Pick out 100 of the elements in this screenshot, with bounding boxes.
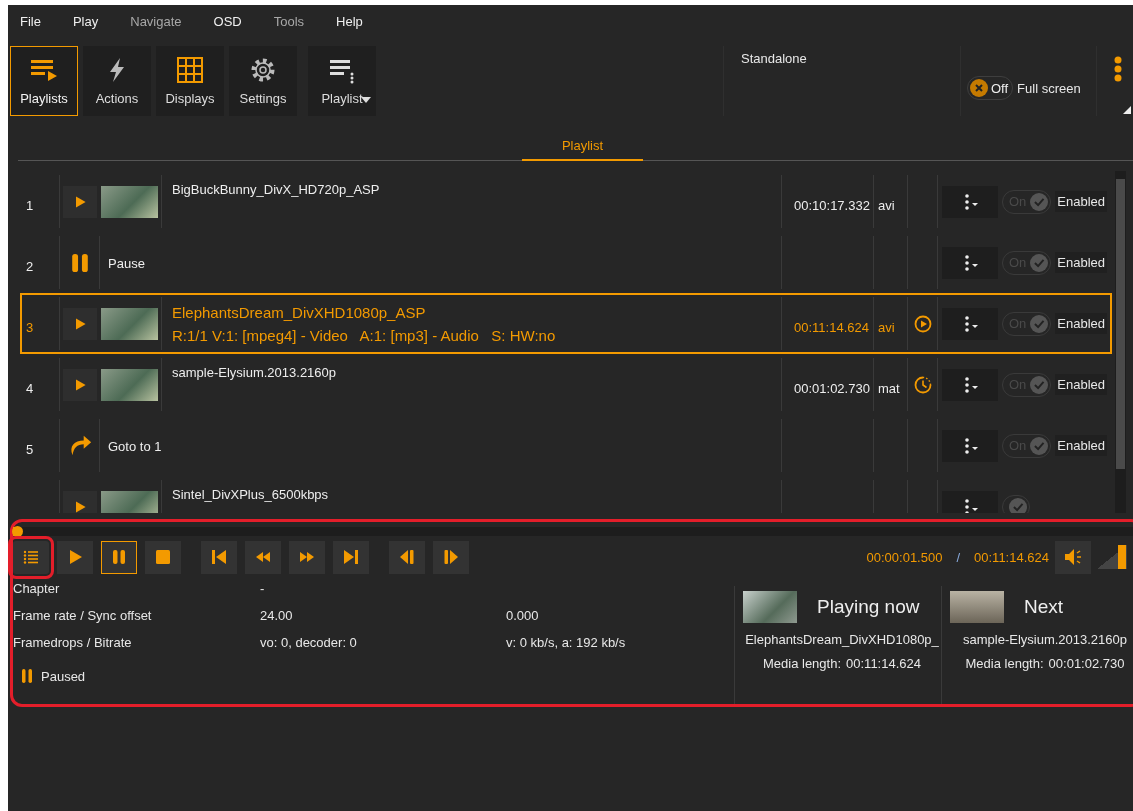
toolbar-button[interactable]: Settings <box>229 46 297 116</box>
time-separator: / <box>956 549 961 565</box>
file-extension: avi <box>878 320 895 335</box>
stream-details: R:1/1 V:1: [mpeg4] - Video A:1: [mp3] - Audio S: HW:no <box>172 327 557 344</box>
row-number: 5 <box>26 442 34 457</box>
previous-button[interactable] <box>201 540 237 574</box>
volume-button[interactable] <box>1055 540 1091 574</box>
photo-placeholder <box>100 307 158 340</box>
check-circle-icon <box>1030 375 1049 394</box>
toolbar-button[interactable]: Displays <box>156 46 224 116</box>
play-button[interactable] <box>63 490 97 513</box>
toolbar-button[interactable]: Playlist <box>308 46 376 116</box>
item-title: ElephantsDream_DivXHD1080p_ASP <box>172 304 427 321</box>
item-title: BigBuckBunny_DivX_HD720p_ASP <box>172 182 381 197</box>
media-length: 00:01:02.730 <box>1048 656 1125 671</box>
photo-placeholder <box>100 490 158 513</box>
more-icon <box>1113 56 1123 82</box>
seek-thumb[interactable] <box>12 526 24 537</box>
media-length-label: Media length: <box>763 656 842 671</box>
stop-icon <box>153 547 173 567</box>
row-menu-button[interactable] <box>942 185 998 218</box>
item-title: sample-Elysium.2013.2160p <box>172 365 338 380</box>
item-title: Pause <box>108 256 146 271</box>
row-menu-button[interactable] <box>942 307 998 340</box>
row-number: 3 <box>26 320 34 335</box>
toggle-label: Enabled <box>1055 191 1108 212</box>
media-length: 00:11:14.624 <box>846 656 921 671</box>
menu-item[interactable]: File <box>12 14 49 40</box>
corner-icon <box>1123 106 1131 114</box>
toggle-label: Full screen <box>1017 80 1081 96</box>
row-menu-button[interactable] <box>942 368 998 401</box>
playback-state: Paused <box>41 668 86 684</box>
total-time: 00:11:14.624 <box>974 549 1049 565</box>
row-menu-button[interactable] <box>942 490 998 513</box>
x-circle-icon <box>970 79 988 97</box>
media-length-label: Media length: <box>965 656 1044 671</box>
info-label: Framedrops / Bitrate <box>13 635 133 652</box>
speaker-icon <box>1062 547 1084 567</box>
toggle-label: Enabled <box>1055 435 1108 456</box>
item-title: Sintel_DivXPlus_6500kbps <box>172 487 330 502</box>
volume-thumb[interactable] <box>1117 545 1126 569</box>
item-title: Goto to 1 <box>108 439 163 454</box>
caret-icon <box>361 97 371 103</box>
duration: 00:10:17.332 <box>794 198 870 213</box>
toolbar-button[interactable]: Actions <box>83 46 151 116</box>
toggle-label: Enabled <box>1055 252 1108 273</box>
tab[interactable]: Playlist <box>521 138 644 161</box>
menu-item[interactable]: Play <box>64 14 107 40</box>
file-extension: mat <box>878 381 900 396</box>
file-extension: avi <box>878 198 895 213</box>
menu-item[interactable]: OSD <box>205 14 250 40</box>
card-heading: Playing now <box>817 596 920 618</box>
info-value: - <box>260 581 266 598</box>
toolbar-button[interactable]: Playlists <box>10 46 78 116</box>
info-label: Frame rate / Sync offset <box>13 608 153 625</box>
play-button[interactable] <box>63 307 97 340</box>
next-button[interactable] <box>333 540 369 574</box>
info-label: Chapter <box>13 581 61 598</box>
mode-label: Standalone <box>741 51 807 66</box>
info-value: v: 0 kb/s, a: 192 kb/s <box>506 635 627 652</box>
play-button[interactable] <box>57 540 93 574</box>
grid-icon <box>175 55 205 85</box>
rewind-button[interactable] <box>245 540 281 574</box>
menu-item[interactable]: Help <box>328 14 371 40</box>
row-number: 1 <box>26 198 34 213</box>
stop-button[interactable] <box>145 540 181 574</box>
row-number: 2 <box>26 259 34 274</box>
fast-forward-button[interactable] <box>289 540 325 574</box>
photo-placeholder <box>100 185 158 218</box>
pause-button[interactable] <box>101 540 137 574</box>
toggle-label: Enabled <box>1055 374 1108 395</box>
check-circle-icon <box>1030 314 1049 333</box>
info-value: 24.00 <box>260 608 294 625</box>
photo-placeholder <box>100 368 158 401</box>
info-value: 0.000 <box>506 608 540 625</box>
frame-forward-button[interactable] <box>433 540 469 574</box>
skip-forward-icon <box>341 547 361 567</box>
check-circle-icon <box>1030 436 1049 455</box>
row-number: 4 <box>26 381 34 396</box>
scrollbar[interactable] <box>1115 171 1126 513</box>
duration: 00:01:02.730 <box>794 381 870 396</box>
photo-placeholder <box>950 591 1004 623</box>
play-button[interactable] <box>63 185 97 218</box>
toggle-label: Enabled <box>1055 313 1108 334</box>
frame-back-button[interactable] <box>389 540 425 574</box>
info-value: vo: 0, decoder: 0 <box>260 635 358 652</box>
duration: 00:11:14.624 <box>794 320 869 335</box>
current-time: 00:00:01.500 <box>866 549 943 565</box>
media-title: ElephantsDream_DivXHD1080p_ <box>745 632 939 647</box>
media-title: sample-Elysium.2013.2160p <box>962 632 1127 647</box>
check-circle-icon <box>1030 192 1049 211</box>
play-button[interactable] <box>63 368 97 401</box>
card-heading: Next <box>1024 596 1064 618</box>
skip-back-icon <box>209 547 229 567</box>
photo-placeholder <box>743 591 797 623</box>
check-circle-icon <box>1030 253 1049 272</box>
row-menu-button[interactable] <box>942 429 998 462</box>
row-menu-button[interactable] <box>942 246 998 279</box>
pause-icon <box>21 668 33 684</box>
scrollbar-thumb[interactable] <box>1116 179 1125 469</box>
